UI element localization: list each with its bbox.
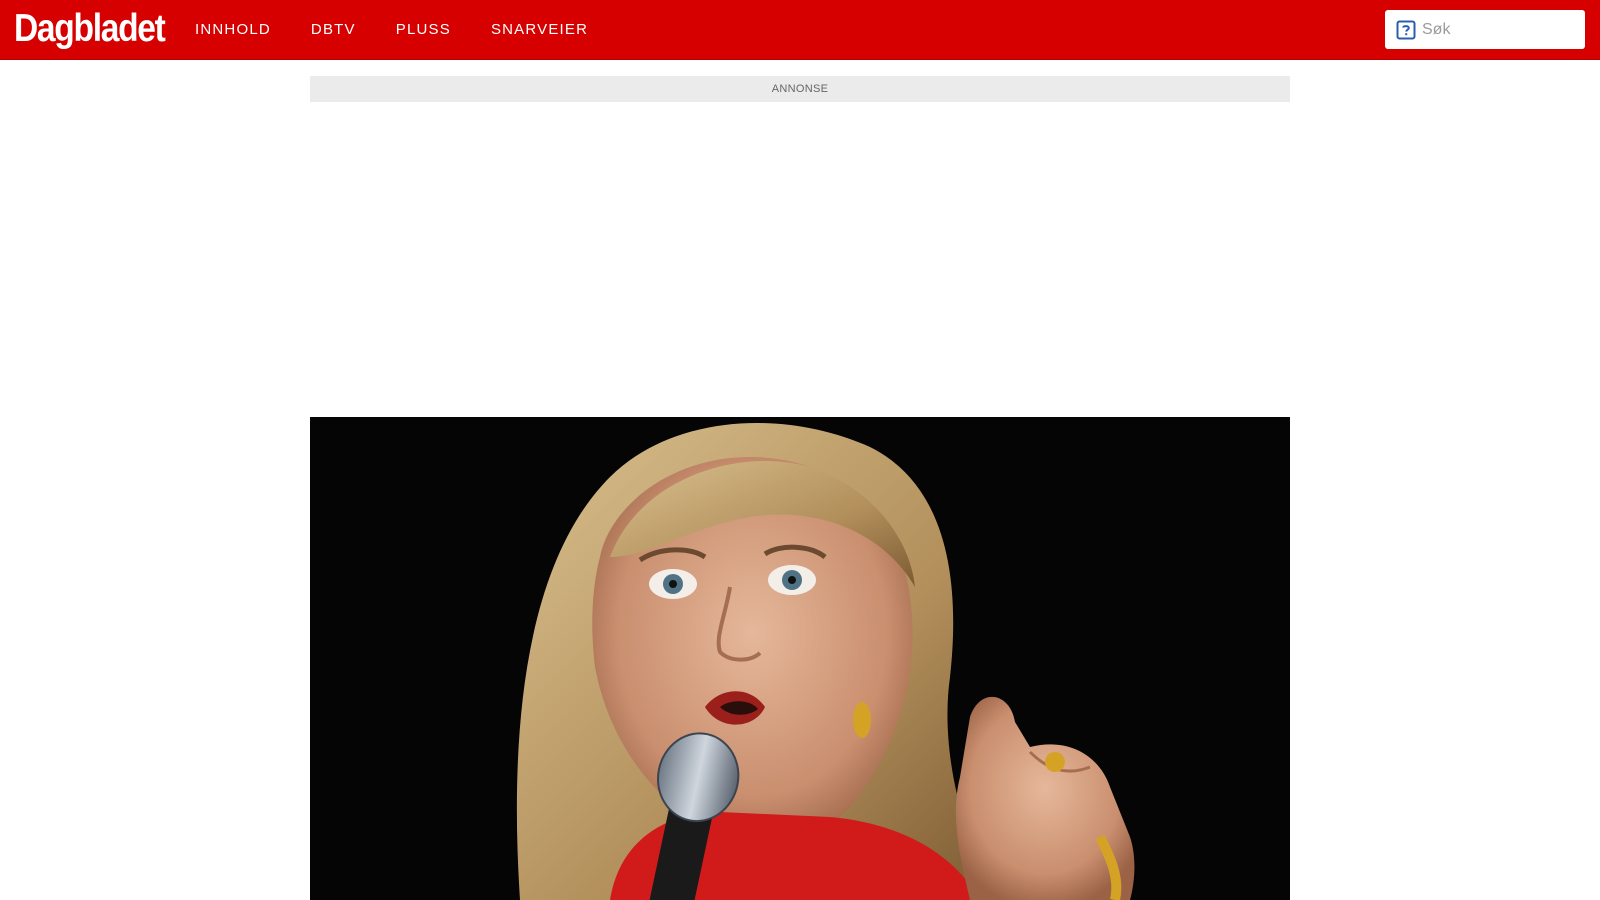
- nav-item-snarveier[interactable]: SNARVEIER: [491, 21, 588, 38]
- top-navigation-bar: Dagbladet INNHOLD DBTV PLUSS SNARVEIER: [0, 0, 1600, 60]
- nav-item-innhold[interactable]: INNHOLD: [195, 21, 271, 38]
- nav-item-pluss[interactable]: PLUSS: [396, 21, 451, 38]
- dagbladet-logo[interactable]: Dagbladet: [14, 6, 166, 52]
- advertisement-label-bar: ANNONSE: [310, 76, 1290, 102]
- search-input[interactable]: [1422, 10, 1600, 49]
- nav-item-dbtv[interactable]: DBTV: [311, 21, 356, 38]
- ad-label: ANNONSE: [771, 83, 829, 95]
- search-box[interactable]: [1385, 10, 1600, 49]
- article-hero-image[interactable]: [310, 417, 1290, 900]
- hero-photo: [310, 417, 1290, 900]
- main-nav: INNHOLD DBTV PLUSS SNARVEIER: [195, 0, 628, 58]
- search-help-icon[interactable]: [1396, 20, 1416, 40]
